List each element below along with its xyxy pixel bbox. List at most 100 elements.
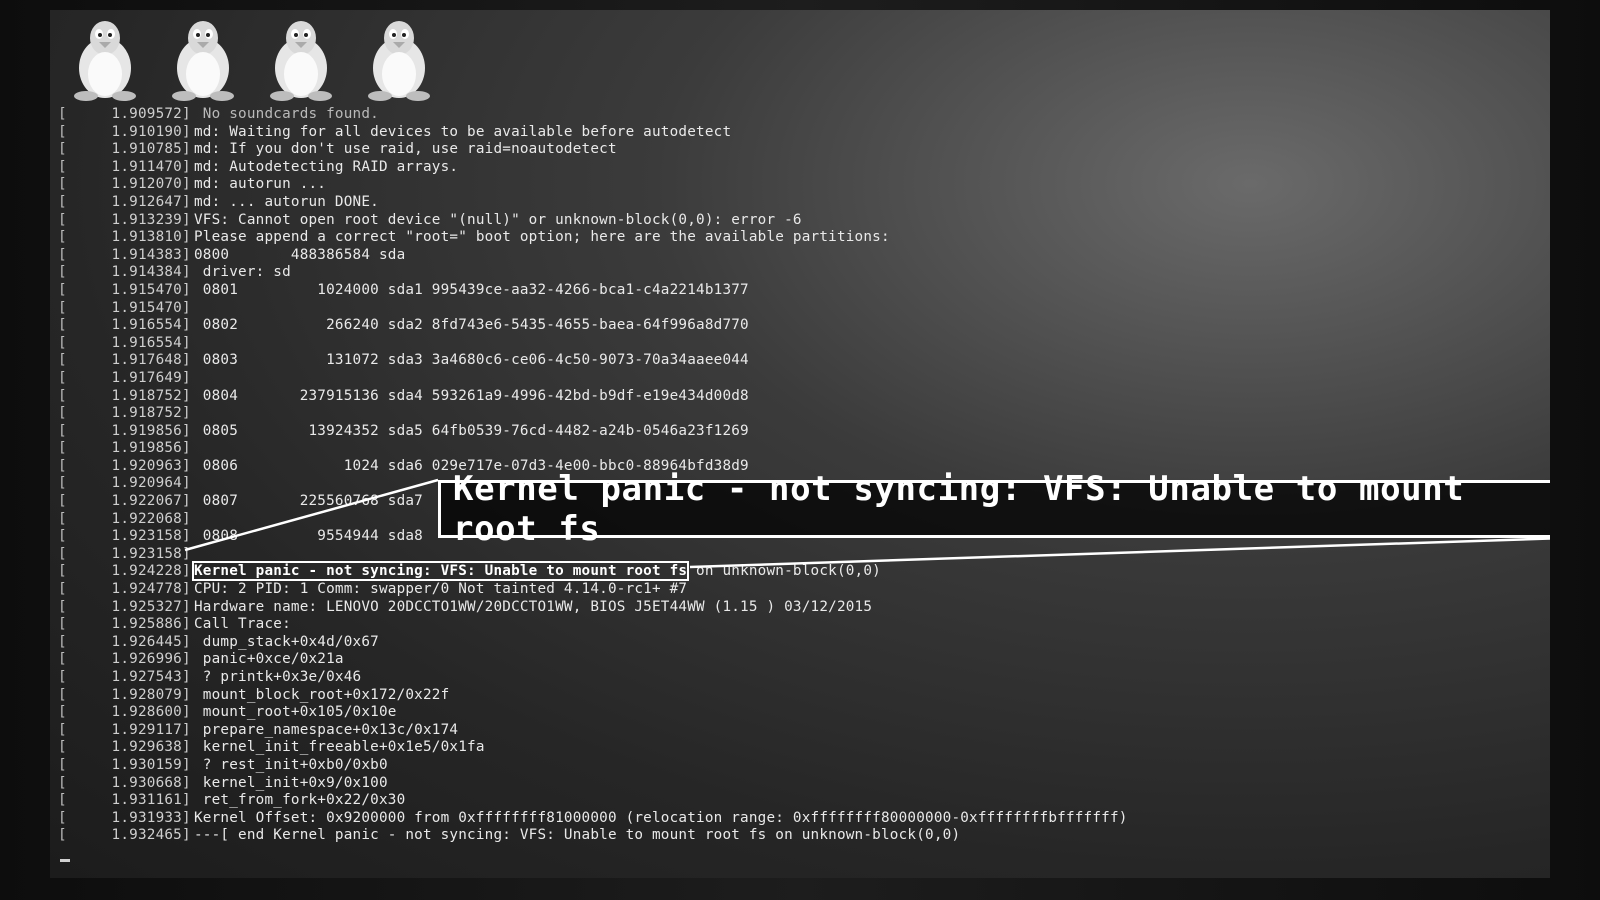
- log-line: [1.924228] Kernel panic - not syncing: VF…: [58, 561, 1540, 582]
- log-timestamp: 1.919856: [111, 422, 182, 439]
- log-line: [1.930159] ? rest_init+0xb0/0xb0: [58, 757, 1540, 775]
- log-bracket: [: [58, 792, 67, 809]
- log-message: md: Autodetecting RAID arrays.: [194, 158, 459, 175]
- log-bracket: ]: [182, 422, 191, 439]
- log-line: [1.925886] Call Trace:: [58, 616, 1540, 634]
- log-bracket: [: [58, 827, 67, 844]
- log-message: md: ... autorun DONE.: [194, 193, 379, 210]
- log-bracket: ]: [182, 686, 191, 703]
- log-timestamp: 1.926445: [111, 633, 182, 650]
- log-bracket: ]: [182, 493, 191, 510]
- log-line: [1.918752]: [58, 405, 1540, 423]
- log-bracket: ]: [182, 123, 191, 140]
- log-line: [1.912647] md: ... autorun DONE.: [58, 194, 1540, 212]
- boot-logo-row: [66, 16, 438, 102]
- log-bracket: ]: [182, 193, 191, 210]
- log-timestamp: 1.922068: [111, 510, 182, 527]
- log-timestamp: 1.914384: [111, 264, 182, 281]
- log-bracket: [: [58, 704, 67, 721]
- log-message: [192, 300, 194, 318]
- log-bracket: ]: [182, 651, 191, 668]
- log-timestamp: 1.930668: [111, 774, 182, 791]
- log-line: [1.916554]: [58, 335, 1540, 353]
- log-timestamp: 1.919856: [111, 440, 182, 457]
- log-message: dump_stack+0x4d/0x67: [194, 633, 379, 650]
- log-bracket: ]: [182, 387, 191, 404]
- log-bracket: [: [58, 440, 67, 457]
- log-line: [1.913810] Please append a correct "root=…: [58, 229, 1540, 247]
- log-line: [1.931933] Kernel Offset: 0x9200000 from …: [58, 810, 1540, 828]
- log-bracket: ]: [182, 369, 191, 386]
- log-timestamp: 1.925886: [111, 616, 182, 633]
- log-message: kernel_init+0x9/0x100: [194, 774, 388, 791]
- log-bracket: ]: [182, 581, 191, 598]
- log-line: [1.926445] dump_stack+0x4d/0x67: [58, 634, 1540, 652]
- log-bracket: [: [58, 809, 67, 826]
- log-message: No soundcards found.: [194, 106, 379, 122]
- log-bracket: [: [58, 299, 67, 316]
- log-message: Call Trace:: [194, 616, 291, 633]
- log-bracket: ]: [182, 774, 191, 791]
- log-line: [1.925327] Hardware name: LENOVO 20DCCTO1…: [58, 599, 1540, 617]
- log-message: 0800 488386584 sda: [194, 246, 406, 263]
- log-line: [1.924778] CPU: 2 PID: 1 Comm: swapper/0 …: [58, 581, 1540, 599]
- log-bracket: [: [58, 493, 67, 510]
- log-bracket: ]: [182, 528, 191, 545]
- log-message: ret_from_fork+0x22/0x30: [194, 792, 406, 809]
- log-timestamp: 1.915470: [111, 299, 182, 316]
- log-timestamp: 1.913810: [111, 229, 182, 246]
- log-timestamp: 1.917649: [111, 369, 182, 386]
- log-line: [1.919856] 0805 13924352 sda5 64fb0539-7…: [58, 423, 1540, 441]
- log-timestamp: 1.920964: [111, 475, 182, 492]
- log-bracket: [: [58, 176, 67, 193]
- log-message: [192, 511, 194, 529]
- log-bracket: [: [58, 123, 67, 140]
- log-bracket: [: [58, 756, 67, 773]
- log-message: mount_block_root+0x172/0x22f: [194, 686, 450, 703]
- log-bracket: [: [58, 281, 67, 298]
- log-message: kernel_init_freeable+0x1e5/0x1fa: [194, 739, 485, 756]
- log-bracket: ]: [182, 405, 191, 422]
- log-bracket: ]: [182, 510, 191, 527]
- log-bracket: [: [58, 193, 67, 210]
- log-timestamp: 1.922067: [111, 493, 182, 510]
- log-timestamp: 1.931161: [111, 792, 182, 809]
- log-bracket: [: [58, 317, 67, 334]
- log-bracket: ]: [182, 440, 191, 457]
- log-timestamp: 1.928600: [111, 704, 182, 721]
- log-bracket: [: [58, 246, 67, 263]
- log-message: 0804 237915136 sda4 593261a9-4996-42bd-b…: [194, 387, 749, 404]
- log-bracket: ]: [182, 457, 191, 474]
- log-line: [1.910190] md: Waiting for all devices to…: [58, 124, 1540, 142]
- log-timestamp: 1.916554: [111, 334, 182, 351]
- log-timestamp: 1.925327: [111, 598, 182, 615]
- log-message: [192, 335, 194, 353]
- log-message: Hardware name: LENOVO 20DCCTO1WW/20DCCTO…: [194, 598, 873, 615]
- log-line: [1.929117] prepare_namespace+0x13c/0x174: [58, 722, 1540, 740]
- log-timestamp: 1.931933: [111, 809, 182, 826]
- log-bracket: [: [58, 545, 67, 562]
- log-bracket: [: [58, 721, 67, 738]
- log-message: 0802 266240 sda2 8fd743e6-5435-4655-baea…: [194, 317, 749, 334]
- log-message: Kernel Offset: 0x9200000 from 0xffffffff…: [194, 809, 1128, 826]
- log-line: [1.915470]: [58, 300, 1540, 318]
- log-bracket: [: [58, 528, 67, 545]
- log-line: [1.910785] md: If you don't use raid, use…: [58, 141, 1540, 159]
- log-bracket: ]: [182, 281, 191, 298]
- log-bracket: ]: [182, 633, 191, 650]
- log-message: md: autorun ...: [194, 176, 327, 193]
- log-bracket: [: [58, 598, 67, 615]
- log-message: [192, 405, 194, 423]
- log-bracket: ]: [182, 545, 191, 562]
- log-message: VFS: Cannot open root device "(null)" or…: [194, 211, 802, 228]
- log-line: [1.917648] 0803 131072 sda3 3a4680c6-ce0…: [58, 352, 1540, 370]
- console-cursor: [60, 859, 70, 862]
- log-line: [1.914384] driver: sd: [58, 264, 1540, 282]
- log-timestamp: 1.911470: [111, 158, 182, 175]
- log-timestamp: 1.923158: [111, 528, 182, 545]
- log-timestamp: 1.914383: [111, 246, 182, 263]
- log-timestamp: 1.929117: [111, 721, 182, 738]
- log-timestamp: 1.929638: [111, 739, 182, 756]
- log-message: CPU: 2 PID: 1 Comm: swapper/0 Not tainte…: [194, 581, 688, 598]
- log-bracket: ]: [182, 669, 191, 685]
